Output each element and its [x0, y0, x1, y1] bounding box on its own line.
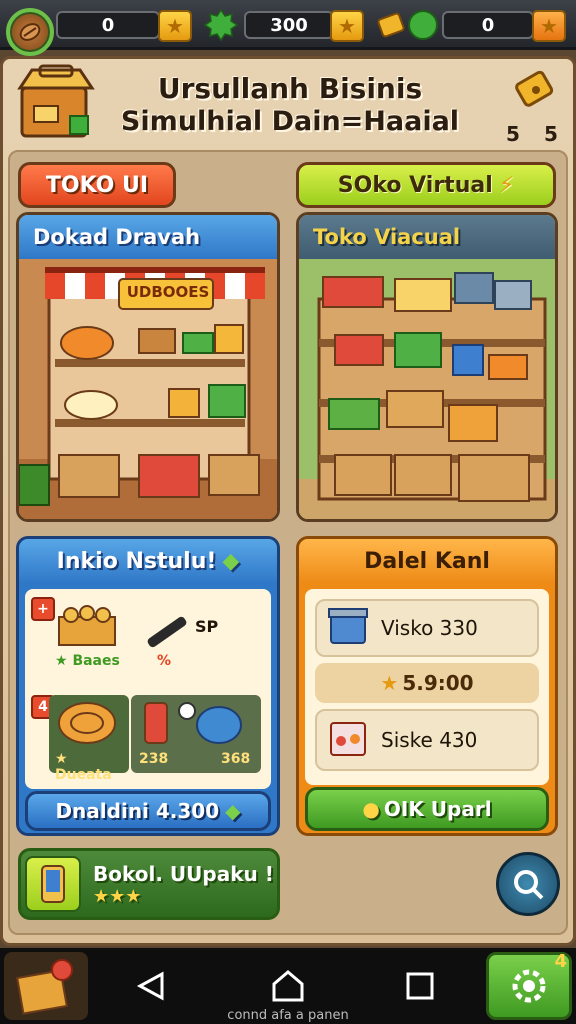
star-icon[interactable]: ★	[158, 10, 192, 42]
deal-price-label: 5.9:00	[402, 671, 474, 695]
upgrade-button[interactable]: ● OIK Uparl	[305, 787, 549, 831]
promo-label: Bokol. UUpaku !	[93, 861, 274, 886]
title-line-1: Ursullanh Bisinis	[157, 72, 423, 105]
header: Ursullanh Bisinis Simulhial Dain=Haaial …	[0, 62, 576, 150]
item-3-slot[interactable]: ★ Dueata	[49, 695, 129, 783]
inventory-total-label: Dnaldini 4.300	[55, 799, 220, 823]
item-5-label: 368	[221, 751, 251, 767]
title-line-2: Simulhial Dain=Haaial	[120, 106, 460, 137]
star-icon: ★	[380, 671, 399, 695]
item-4-5-slot[interactable]: 238 368	[131, 695, 261, 773]
item-3-label: ★ Dueata	[55, 751, 112, 783]
box-red-icon	[325, 715, 375, 765]
item-2-label: SP	[195, 617, 219, 636]
promo-stars: ★★★	[93, 885, 142, 907]
shop-icon[interactable]	[14, 62, 98, 142]
bottom-caption: connd afa a panen	[227, 1008, 349, 1023]
back-icon[interactable]	[132, 966, 172, 1006]
badge-add[interactable]: +	[31, 597, 55, 621]
search-icon	[514, 870, 544, 900]
resource-coins[interactable]: 0 ★	[6, 8, 192, 56]
physical-store-title: Dokad Dravah	[19, 215, 277, 259]
virtual-store-scene	[299, 259, 555, 519]
diamond-icon: ◆	[225, 799, 241, 823]
deal-card[interactable]: Dalel Kanl Visko 330 ★ 5.9:00 Siske 430 …	[296, 536, 558, 836]
promo-banner[interactable]: Bokol. UUpaku ! ★★★	[18, 848, 280, 920]
gear-leaf-icon	[204, 8, 238, 42]
coin-bag-icon: ●	[362, 797, 380, 821]
awning-sign: UDBOOES	[126, 283, 210, 301]
deal-list: Visko 330 ★ 5.9:00 Siske 430	[305, 589, 549, 785]
count-right: 5	[544, 122, 558, 146]
item-4-label: 238	[139, 751, 169, 767]
star-icon[interactable]: ★	[532, 10, 566, 42]
recent-apps-icon[interactable]	[400, 966, 440, 1006]
deal-price: ★ 5.9:00	[315, 663, 539, 703]
resource-gems[interactable]: 300 ★	[204, 8, 364, 42]
bread-crate-icon[interactable]	[55, 605, 119, 649]
upgrade-button-label: OIK Uparl	[383, 797, 492, 821]
resource-3-value: 0	[442, 11, 534, 39]
diamond-icon: ◆	[222, 548, 240, 574]
tab-toko-virtual[interactable]: SOko Virtual ⚡	[296, 162, 556, 208]
physical-store-scene: UDBOOES	[19, 259, 277, 519]
inventory-card[interactable]: Inkio Nstulu! ◆ + ★ Baaes SP % 4 ★ Dueat…	[16, 536, 280, 836]
ticket-icon[interactable]	[512, 66, 560, 114]
physical-store-card[interactable]: Dokad Dravah UDBOOES	[16, 212, 280, 522]
coin-icon	[6, 8, 54, 56]
resource-tickets[interactable]: 0 ★	[376, 8, 570, 42]
star-icon[interactable]: ★	[330, 10, 364, 42]
deal-title: Dalel Kanl	[299, 539, 555, 583]
item-1-text: Baaes	[72, 653, 120, 669]
ticket-icon	[376, 8, 410, 42]
green-blob-icon	[406, 8, 440, 42]
resource-1-value: 0	[56, 11, 160, 39]
deal-row-2-label: Siske 430	[381, 728, 478, 752]
settings-badge: 4	[554, 951, 567, 972]
tool-icon[interactable]	[141, 609, 197, 653]
deal-row-1[interactable]: Visko 330	[315, 599, 539, 657]
deal-row-2[interactable]: Siske 430	[315, 709, 539, 771]
inventory-title: Inkio Nstulu!	[56, 548, 217, 574]
lightning-icon: ⚡	[498, 172, 515, 198]
deal-row-1-label: Visko 330	[381, 616, 478, 640]
search-button[interactable]	[496, 852, 560, 916]
item-2-percent: %	[157, 653, 172, 669]
box-blue-icon	[325, 603, 375, 653]
promo-text: Bokol. UUpaku ! ★★★	[93, 862, 274, 907]
home-icon[interactable]	[268, 966, 308, 1006]
virtual-store-card[interactable]: Toko Viacual	[296, 212, 558, 522]
item-1-label: ★ Baaes	[55, 653, 120, 669]
tab-toko-virtual-label: SOko Virtual	[337, 172, 493, 198]
inventory-header: Inkio Nstulu! ◆	[19, 539, 277, 583]
inventory-total-button[interactable]: Dnaldini 4.300 ◆	[25, 791, 271, 831]
phone-icon	[25, 856, 81, 912]
virtual-store-title: Toko Viacual	[299, 215, 555, 259]
tab-toko-ui[interactable]: TOKO UI	[18, 162, 176, 208]
resource-2-value: 300	[244, 11, 334, 39]
count-left: 5	[506, 122, 520, 146]
top-status-bar: 0 ★ 300 ★ 0 ★	[0, 0, 576, 56]
item-3-text: Dueata	[55, 767, 112, 783]
inventory-list: + ★ Baaes SP % 4 ★ Dueata 238 368	[25, 589, 271, 789]
gear-icon	[512, 969, 546, 1003]
